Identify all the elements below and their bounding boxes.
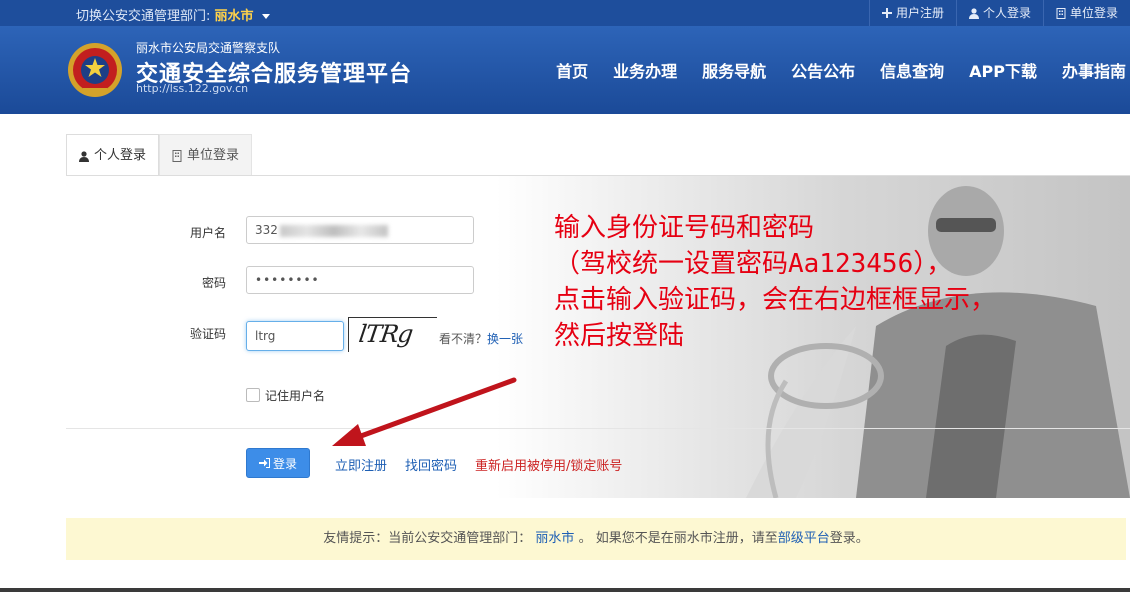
top-links: 用户注册 个人登录 单位登录: [868, 0, 1130, 26]
personal-login-link-label: 个人登录: [982, 6, 1031, 20]
police-emblem-icon: [68, 43, 122, 97]
plus-icon: [881, 8, 892, 18]
nav-item-business[interactable]: 业务办理: [613, 58, 677, 82]
tab-unit-login[interactable]: 单位登录: [159, 134, 253, 177]
unit-login-link-label: 单位登录: [1069, 6, 1118, 20]
nav-item-info-query[interactable]: 信息查询: [880, 58, 944, 82]
building-icon: [1056, 7, 1066, 19]
login-panel: 用户名 332 密码 •••••••• 验证码 ltrg lTRg 看不清？换一…: [66, 175, 1130, 498]
user-icon: [968, 7, 979, 19]
header-subtitle: 丽水市公安局交通警察支队: [136, 41, 281, 55]
tab-unit-login-label: 单位登录: [187, 148, 240, 163]
site-url: http://lss.122.gov.cn: [136, 82, 249, 95]
nav-item-app-download[interactable]: APP下载: [969, 58, 1037, 82]
caret-down-icon[interactable]: [261, 14, 270, 19]
nav-item-announcements[interactable]: 公告公布: [791, 58, 855, 82]
nav-item-service-guide[interactable]: 服务导航: [702, 58, 766, 82]
register-link[interactable]: 用户注册: [868, 0, 956, 26]
nav-item-home[interactable]: 首页: [556, 58, 588, 82]
main-nav: 首页 业务办理 服务导航 公告公布 信息查询 APP下载 办事指南: [531, 58, 1126, 82]
notice-city: 丽水市: [535, 531, 575, 546]
top-bar: 切换公安交通管理部门: 丽水市 用户注册 个人登录 单位登录: [0, 0, 1130, 26]
building-icon: [172, 150, 182, 162]
notice-middle: 。 如果您不是在丽水市注册，请至: [578, 531, 778, 546]
register-link-label: 用户注册: [895, 6, 944, 20]
login-tabs: 个人登录 单位登录: [66, 134, 253, 178]
department-city[interactable]: 丽水市: [215, 9, 254, 24]
personal-login-link[interactable]: 个人登录: [955, 0, 1043, 26]
tab-personal-login[interactable]: 个人登录: [66, 134, 160, 178]
bottom-line: [0, 588, 1130, 592]
tab-personal-login-label: 个人登录: [94, 148, 147, 163]
site-header: 丽水市公安局交通警察支队 交通安全综合服务管理平台 http://lss.122…: [0, 26, 1130, 114]
notice-suffix: 登录。: [829, 531, 869, 546]
nav-item-guide[interactable]: 办事指南: [1062, 58, 1126, 82]
annotation-arrow: [332, 377, 517, 446]
unit-login-link[interactable]: 单位登录: [1042, 0, 1130, 26]
notice-prefix: 友情提示：当前公安交通管理部门：: [323, 531, 532, 546]
department-switch-label: 切换公安交通管理部门:: [76, 9, 211, 24]
notice-bar: 友情提示：当前公安交通管理部门： 丽水市 。 如果您不是在丽水市注册，请至部级平…: [66, 518, 1126, 560]
department-switcher[interactable]: 切换公安交通管理部门: 丽水市: [76, 5, 270, 24]
ministry-platform-link[interactable]: 部级平台: [778, 531, 830, 546]
user-icon: [79, 150, 89, 162]
